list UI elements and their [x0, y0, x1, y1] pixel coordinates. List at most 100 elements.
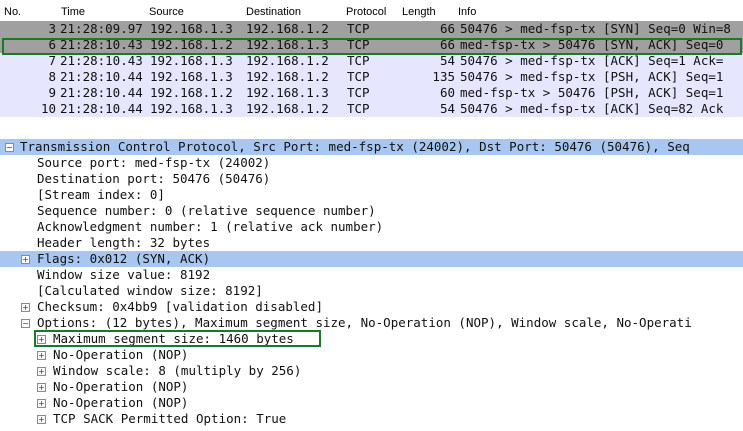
expand-icon[interactable]: + [21, 255, 30, 264]
tree-item-ack-number[interactable]: Acknowledgment number: 1 (relative ack n… [0, 219, 743, 235]
packet-info: 50476 > med-fsp-tx [PSH, ACK] Seq=1 [460, 69, 724, 84]
packet-time: 21:28:10.44 [60, 85, 143, 100]
packet-length: 54 [439, 101, 455, 116]
collapse-icon[interactable]: − [5, 143, 14, 152]
packet-row[interactable]: 10 21:28:10.44 192.168.1.3 192.168.1.2 T… [0, 101, 743, 117]
packet-no: 10 [40, 101, 56, 116]
packet-source: 192.168.1.3 [150, 53, 233, 68]
packet-time: 21:28:10.44 [60, 69, 143, 84]
packet-length: 66 [439, 37, 455, 52]
packet-row[interactable]: 7 21:28:10.43 192.168.1.3 192.168.1.2 TC… [0, 53, 743, 69]
packet-protocol: TCP [347, 69, 370, 84]
collapse-icon[interactable]: − [21, 319, 30, 328]
packet-destination: 192.168.1.3 [246, 37, 329, 52]
packet-row[interactable]: 9 21:28:10.44 192.168.1.2 192.168.1.3 TC… [0, 85, 743, 101]
expand-icon[interactable]: + [37, 383, 46, 392]
packet-protocol: TCP [347, 101, 370, 116]
packet-list: No. Time Source Destination Protocol Len… [0, 0, 743, 118]
packet-source: 192.168.1.3 [150, 69, 233, 84]
window-size-label: Window size value: 8192 [37, 267, 211, 282]
packet-destination: 192.168.1.2 [246, 69, 329, 84]
checksum-label: Checksum: 0x4bb9 [validation disabled] [37, 299, 323, 314]
col-time[interactable]: Time [61, 6, 85, 18]
tree-item-checksum[interactable]: + Checksum: 0x4bb9 [validation disabled] [0, 299, 743, 315]
packet-protocol: TCP [347, 85, 370, 100]
packet-row-selected[interactable]: 6 21:28:10.43 192.168.1.2 192.168.1.3 TC… [0, 37, 743, 53]
packet-source: 192.168.1.2 [150, 85, 233, 100]
packet-info: 50476 > med-fsp-tx [SYN] Seq=0 Win=8 [460, 21, 731, 36]
packet-length: 66 [439, 21, 455, 36]
destination-port-label: Destination port: 50476 (50476) [37, 171, 271, 186]
tree-item-stream-index[interactable]: [Stream index: 0] [0, 187, 743, 203]
tree-item-window-size[interactable]: Window size value: 8192 [0, 267, 743, 283]
expand-icon[interactable]: + [37, 415, 46, 424]
expand-icon[interactable]: + [37, 367, 46, 376]
tree-item-header-length[interactable]: Header length: 32 bytes [0, 235, 743, 251]
calc-window-label: [Calculated window size: 8192] [37, 283, 263, 298]
packet-protocol: TCP [347, 37, 370, 52]
expand-icon[interactable]: + [37, 399, 46, 408]
tree-item-option-nop[interactable]: + No-Operation (NOP) [0, 347, 743, 363]
option-nop-label: No-Operation (NOP) [53, 379, 189, 394]
options-label: Options: (12 bytes), Maximum segment siz… [37, 315, 692, 330]
packet-destination: 192.168.1.3 [246, 85, 329, 100]
packet-length: 60 [439, 85, 455, 100]
packet-time: 21:28:09.97 [60, 21, 143, 36]
tree-item-option-window-scale[interactable]: + Window scale: 8 (multiply by 256) [0, 363, 743, 379]
packet-length: 135 [432, 69, 455, 84]
tree-item-flags[interactable]: + Flags: 0x012 (SYN, ACK) [0, 251, 743, 267]
packet-details-tree: − Transmission Control Protocol, Src Por… [0, 136, 743, 431]
packet-no: 9 [48, 85, 56, 100]
col-info[interactable]: Info [458, 6, 476, 18]
tree-item-options[interactable]: − Options: (12 bytes), Maximum segment s… [0, 315, 743, 331]
packet-no: 3 [48, 21, 56, 36]
packet-time: 21:28:10.44 [60, 101, 143, 116]
option-nop-label: No-Operation (NOP) [53, 347, 189, 362]
tree-item-option-nop[interactable]: + No-Operation (NOP) [0, 379, 743, 395]
option-sack-label: TCP SACK Permitted Option: True [53, 411, 287, 426]
packet-destination: 192.168.1.2 [246, 21, 329, 36]
packet-no: 8 [48, 69, 56, 84]
expand-icon[interactable]: + [37, 335, 46, 344]
tree-item-option-mss[interactable]: + Maximum segment size: 1460 bytes [0, 331, 743, 347]
col-no[interactable]: No. [4, 6, 21, 18]
sequence-number-label: Sequence number: 0 (relative sequence nu… [37, 203, 376, 218]
packet-info: 50476 > med-fsp-tx [ACK] Seq=82 Ack [460, 101, 724, 116]
tree-item-sequence-number[interactable]: Sequence number: 0 (relative sequence nu… [0, 203, 743, 219]
tree-item-tcp-header[interactable]: − Transmission Control Protocol, Src Por… [0, 139, 743, 155]
header-length-label: Header length: 32 bytes [37, 235, 211, 250]
packet-info: 50476 > med-fsp-tx [ACK] Seq=1 Ack= [460, 53, 724, 68]
packet-protocol: TCP [347, 53, 370, 68]
packet-length: 54 [439, 53, 455, 68]
packet-source: 192.168.1.3 [150, 101, 233, 116]
tree-item-option-nop[interactable]: + No-Operation (NOP) [0, 395, 743, 411]
col-protocol[interactable]: Protocol [346, 6, 386, 18]
col-destination[interactable]: Destination [246, 6, 301, 18]
packet-info: med-fsp-tx > 50476 [SYN, ACK] Seq=0 [460, 37, 724, 52]
col-length[interactable]: Length [402, 6, 436, 18]
option-nop-label: No-Operation (NOP) [53, 395, 189, 410]
packet-row[interactable]: 8 21:28:10.44 192.168.1.3 192.168.1.2 TC… [0, 69, 743, 85]
packet-protocol: TCP [347, 21, 370, 36]
flags-label: Flags: 0x012 (SYN, ACK) [37, 251, 211, 266]
expand-icon[interactable]: + [21, 303, 30, 312]
col-source[interactable]: Source [149, 6, 184, 18]
ack-number-label: Acknowledgment number: 1 (relative ack n… [37, 219, 384, 234]
packet-destination: 192.168.1.2 [246, 101, 329, 116]
tcp-header-label: Transmission Control Protocol, Src Port:… [20, 139, 690, 154]
source-port-label: Source port: med-fsp-tx (24002) [37, 155, 271, 170]
packet-info: med-fsp-tx > 50476 [PSH, ACK] Seq=1 [460, 85, 724, 100]
packet-time: 21:28:10.43 [60, 53, 143, 68]
packet-source: 192.168.1.2 [150, 37, 233, 52]
tree-item-source-port[interactable]: Source port: med-fsp-tx (24002) [0, 155, 743, 171]
packet-source: 192.168.1.3 [150, 21, 233, 36]
tree-item-option-sack[interactable]: + TCP SACK Permitted Option: True [0, 411, 743, 427]
tree-item-calculated-window[interactable]: [Calculated window size: 8192] [0, 283, 743, 299]
option-mss-label: Maximum segment size: 1460 bytes [53, 331, 294, 346]
packet-no: 7 [48, 53, 56, 68]
packet-row[interactable]: 3 21:28:09.97 192.168.1.3 192.168.1.2 TC… [0, 21, 743, 37]
option-window-scale-label: Window scale: 8 (multiply by 256) [53, 363, 302, 378]
packet-list-header: No. Time Source Destination Protocol Len… [0, 0, 743, 22]
expand-icon[interactable]: + [37, 351, 46, 360]
tree-item-destination-port[interactable]: Destination port: 50476 (50476) [0, 171, 743, 187]
